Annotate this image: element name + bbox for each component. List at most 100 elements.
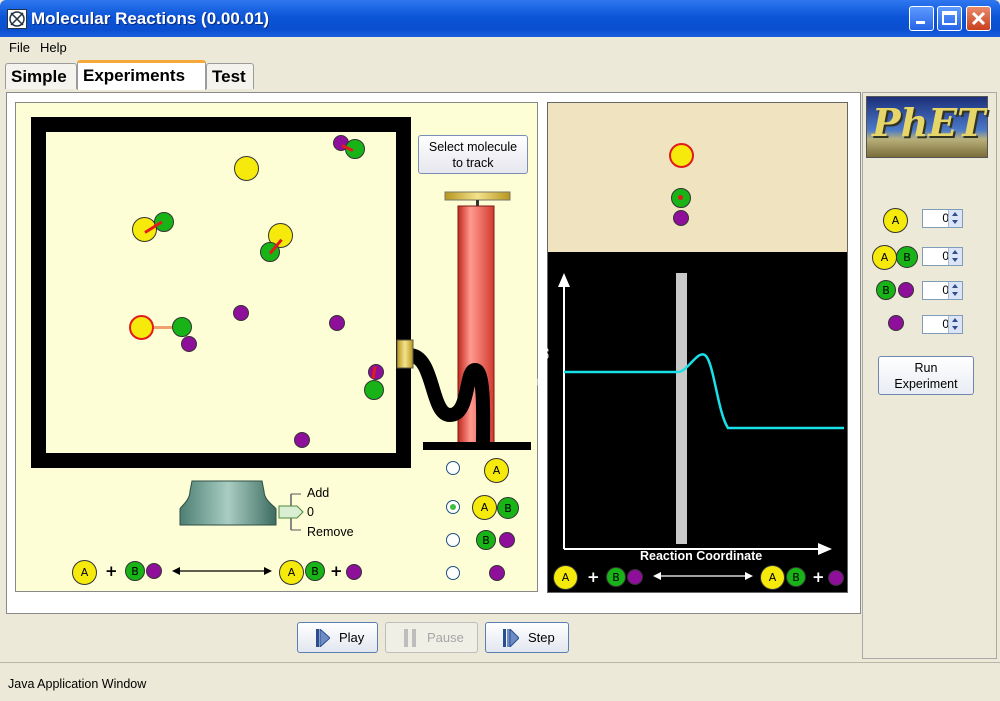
- plus-sign: +: [330, 562, 343, 580]
- count-spinner-bc[interactable]: 0: [922, 281, 963, 300]
- phet-logo-text: PhET: [872, 100, 986, 145]
- molecule-c-icon: [627, 569, 643, 585]
- tab-experiments[interactable]: Experiments: [77, 60, 206, 90]
- menu-help[interactable]: Help: [40, 40, 67, 55]
- molecule-b-icon: B: [876, 280, 896, 300]
- step-label: Step: [528, 630, 555, 645]
- molecule-c[interactable]: [329, 315, 345, 331]
- app-icon: [7, 9, 27, 29]
- window-title: Molecular Reactions (0.00.01): [31, 9, 270, 28]
- energy-axis-label: Energy: [535, 345, 549, 386]
- molecule-a-icon: A: [883, 208, 908, 233]
- molecule-c-icon: [828, 570, 844, 586]
- pump-icon[interactable]: [395, 190, 535, 452]
- count-value-a[interactable]: 0: [925, 211, 949, 225]
- molecule-c[interactable]: [181, 336, 197, 352]
- molecule-b-icon: B: [305, 561, 325, 581]
- pause-label: Pause: [427, 630, 464, 645]
- select-button-line2: to track: [452, 156, 494, 170]
- molecule-a-icon: A: [484, 458, 509, 483]
- molecule-b-icon: B: [896, 246, 918, 268]
- molecule-b-icon: B: [786, 567, 806, 587]
- molecule-c-icon: [146, 563, 162, 579]
- molecule-a-icon: A: [553, 565, 578, 590]
- menu-bar: [0, 37, 1000, 59]
- count-spinner-a[interactable]: 0: [922, 209, 963, 228]
- molecule-b-icon: B: [606, 567, 626, 587]
- molecule-a-icon: A: [279, 560, 304, 585]
- count-spinner-ab[interactable]: 0: [922, 247, 963, 266]
- run-experiment-button[interactable]: Run Experiment: [878, 356, 974, 395]
- play-label: Play: [339, 630, 365, 645]
- molecule-c-icon: [888, 315, 904, 331]
- close-button[interactable]: [966, 6, 991, 31]
- count-value-ab[interactable]: 0: [925, 249, 949, 263]
- close-icon: [971, 11, 986, 26]
- play-button[interactable]: Play: [297, 622, 378, 653]
- molecule-c: [673, 210, 689, 226]
- spinner-arrows-icon[interactable]: [948, 282, 962, 299]
- reaction-box: [31, 117, 411, 468]
- menu-file[interactable]: File: [9, 40, 30, 55]
- tracked-molecule-a: [669, 143, 694, 168]
- energy-curve-chart: [558, 273, 844, 555]
- molecule-a-icon: A: [72, 560, 97, 585]
- double-arrow-icon: [172, 567, 272, 575]
- status-bar: [0, 662, 1000, 701]
- double-arrow-icon: [653, 572, 753, 580]
- molecule-a-icon: A: [760, 565, 785, 590]
- molecule-radio-c[interactable]: [446, 566, 460, 580]
- tracked-molecule-a[interactable]: [129, 315, 154, 340]
- molecule-radio-a[interactable]: [446, 461, 460, 475]
- status-text: Java Application Window: [8, 677, 147, 691]
- spinner-arrows-icon[interactable]: [948, 316, 962, 333]
- run-button-line2: Experiment: [894, 377, 958, 391]
- molecule-b[interactable]: [172, 317, 192, 337]
- slider-value: 0: [307, 505, 314, 519]
- molecule-a[interactable]: [234, 156, 259, 181]
- maximize-button[interactable]: [937, 6, 962, 31]
- molecule-dispenser-icon: [179, 480, 277, 526]
- play-icon: [316, 629, 330, 647]
- molecule-radio-ab[interactable]: [446, 500, 460, 514]
- molecule-c[interactable]: [233, 305, 249, 321]
- count-spinner-c[interactable]: 0: [922, 315, 963, 334]
- tab-simple[interactable]: Simple: [5, 63, 77, 89]
- bond: [154, 326, 174, 329]
- molecule-a-icon: A: [872, 245, 897, 270]
- tab-test[interactable]: Test: [206, 63, 254, 89]
- molecule-c-icon: [898, 282, 914, 298]
- plus-sign: +: [105, 562, 118, 580]
- run-button-line1: Run: [914, 361, 938, 375]
- step-icon: [503, 629, 519, 647]
- molecule-b-icon: B: [125, 561, 145, 581]
- reaction-coordinate-label: Reaction Coordinate: [640, 549, 763, 563]
- minimize-icon: [916, 21, 925, 24]
- molecule-b: [671, 188, 691, 208]
- molecule-b-icon: B: [497, 497, 519, 519]
- add-remove-slider[interactable]: [277, 490, 307, 534]
- add-label: Add: [307, 486, 330, 500]
- molecule-radio-bc[interactable]: [446, 533, 460, 547]
- molecule-c-icon: [489, 565, 505, 581]
- molecule-b[interactable]: [364, 380, 384, 400]
- pause-button[interactable]: Pause: [385, 622, 478, 653]
- minimize-button[interactable]: [909, 6, 934, 31]
- count-value-bc[interactable]: 0: [925, 283, 949, 297]
- tracked-molecule-view: [548, 103, 847, 252]
- step-button[interactable]: Step: [485, 622, 569, 653]
- molecule-b-icon: B: [476, 530, 496, 550]
- molecule-c-icon: [346, 564, 362, 580]
- select-button-line1: Select molecule: [428, 140, 518, 154]
- plus-sign: +: [587, 568, 600, 586]
- molecule-c-icon: [499, 532, 515, 548]
- spinner-arrows-icon[interactable]: [948, 248, 962, 265]
- spinner-arrows-icon[interactable]: [948, 210, 962, 227]
- plus-sign: +: [812, 568, 825, 586]
- pause-icon: [404, 629, 416, 647]
- count-value-c[interactable]: 0: [925, 317, 949, 331]
- molecule-c[interactable]: [294, 432, 310, 448]
- maximize-icon: [942, 11, 957, 25]
- select-molecule-button[interactable]: Select molecule to track: [418, 135, 528, 174]
- molecule-a-icon: A: [472, 495, 497, 520]
